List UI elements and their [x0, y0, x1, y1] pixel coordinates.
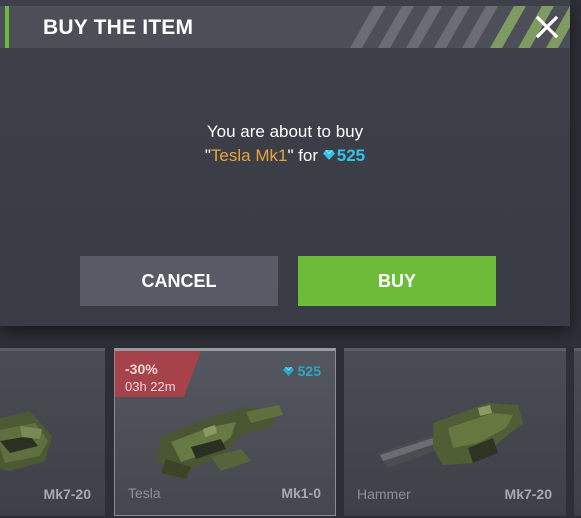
- discount-percent: -30%: [125, 361, 158, 377]
- price-inline: 525: [322, 146, 366, 165]
- card-name: Hammer: [357, 486, 411, 502]
- buy-item-dialog: BUY THE ITEM You are about to buy "Tesla…: [0, 0, 570, 326]
- quote-close-for: " for: [287, 146, 323, 165]
- message-prefix: You are about to buy: [206, 122, 364, 141]
- card-price: 525: [282, 363, 321, 379]
- purchase-message: You are about to buy "Tesla Mk1" for 525: [0, 120, 570, 168]
- gem-icon: [322, 150, 335, 161]
- card-name: Tesla: [128, 485, 161, 501]
- weapon-image: [0, 411, 52, 471]
- store-card-hammer[interactable]: Hammer Mk7-20: [344, 348, 566, 516]
- card-price-value: 525: [297, 363, 321, 379]
- store-screen: Mk7-20 -30% 03h 22m 525 Tesla Mk1-0 Hamm…: [0, 0, 581, 518]
- weapon-image: [156, 405, 283, 479]
- dialog-title: BUY THE ITEM: [43, 16, 194, 39]
- header-accent-bar: [5, 6, 9, 48]
- weapon-image: [378, 403, 523, 468]
- item-name: Tesla Mk1: [210, 146, 288, 165]
- close-icon[interactable]: [530, 10, 564, 44]
- store-card-tesla[interactable]: -30% 03h 22m 525 Tesla Mk1-0: [114, 348, 336, 516]
- gem-icon: [282, 366, 294, 376]
- price-value: 525: [336, 146, 366, 165]
- card-level: Mk1-0: [281, 485, 321, 501]
- dialog-header: BUY THE ITEM: [0, 6, 570, 48]
- store-card-partial[interactable]: [574, 348, 581, 516]
- buy-button[interactable]: BUY: [298, 256, 496, 306]
- store-card-left[interactable]: Mk7-20: [0, 348, 105, 516]
- cancel-button[interactable]: CANCEL: [80, 256, 278, 306]
- card-level: Mk7-20: [43, 486, 91, 502]
- close-button[interactable]: [530, 10, 564, 44]
- card-level: Mk7-20: [504, 486, 552, 502]
- message-detail: "Tesla Mk1" for 525: [0, 144, 570, 168]
